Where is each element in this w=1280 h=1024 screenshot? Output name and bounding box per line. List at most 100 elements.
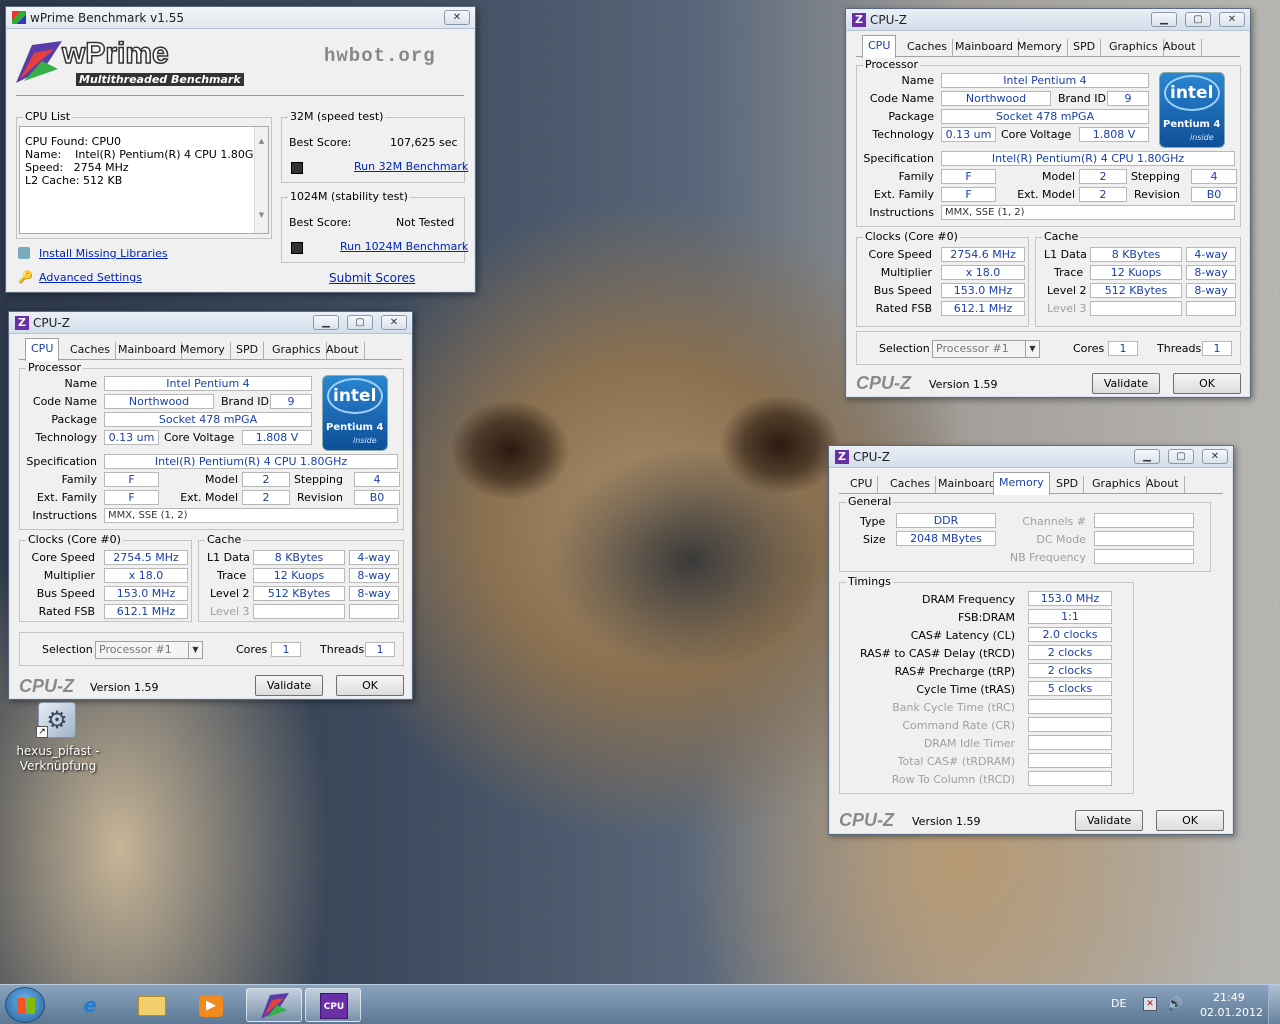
run-32m-link[interactable]: Run 32M Benchmark: [354, 160, 468, 173]
desktop-shortcut-hexus-pifast[interactable]: ⚙ ↗ hexus_pifast - Verknüpfung: [16, 700, 100, 780]
intel-pentium4-logo: intel Pentium 4 inside: [1159, 72, 1225, 148]
save-icon[interactable]: [291, 242, 303, 254]
l1-data-value: 8 KBytes: [1090, 247, 1182, 262]
ok-button[interactable]: OK: [336, 675, 404, 696]
tab-cpu[interactable]: CPU: [25, 338, 60, 361]
minimize-button[interactable]: ▁: [1134, 449, 1160, 464]
validate-button[interactable]: Validate: [1075, 810, 1143, 831]
key-icon: 🔑: [18, 270, 33, 284]
level2-value: 512 KBytes: [253, 586, 345, 601]
ext-model-value: 2: [242, 490, 290, 505]
tab-spd[interactable]: SPD: [1068, 39, 1102, 57]
save-icon[interactable]: [291, 162, 303, 174]
tab-memory[interactable]: Memory: [175, 342, 231, 360]
nb-frequency-value: [1094, 549, 1194, 564]
cpuz-brand-logo: CPU-Z: [856, 373, 911, 393]
clock-date[interactable]: 02.01.2012: [1200, 1006, 1263, 1019]
selection-group: Selection Processor #1 ▼ Cores 1 Threads …: [856, 331, 1241, 365]
cas-latency-value: 2.0 clocks: [1028, 627, 1112, 642]
processor-group: Processor Name Intel Pentium 4 Code Name…: [19, 361, 404, 530]
best-score-label: Best Score:: [289, 216, 352, 229]
taskbar-media-player[interactable]: ▶: [182, 988, 238, 1022]
specification-label: Specification: [863, 152, 934, 165]
tab-mainboard[interactable]: Mainboard: [933, 476, 1003, 494]
tab-spd[interactable]: SPD: [1051, 476, 1085, 494]
run-1024m-link[interactable]: Run 1024M Benchmark: [340, 240, 468, 253]
tab-caches[interactable]: Caches: [902, 39, 953, 57]
language-indicator[interactable]: DE: [1111, 997, 1126, 1010]
l1-data-value: 8 KBytes: [253, 550, 345, 565]
tab-about[interactable]: About: [1141, 476, 1185, 494]
validate-button[interactable]: Validate: [255, 675, 323, 696]
tab-memory[interactable]: Memory: [993, 472, 1050, 495]
tab-graphics[interactable]: Graphics: [1087, 476, 1147, 494]
cpuz-titlebar[interactable]: Z CPU-Z ▁ ▢ ✕: [846, 9, 1250, 31]
hwbot-logo[interactable]: hwbot.org: [324, 45, 436, 67]
tab-memory[interactable]: Memory: [1012, 39, 1068, 57]
maximize-button[interactable]: ▢: [347, 315, 373, 330]
dc-mode-label: DC Mode: [1036, 533, 1086, 546]
technology-label: Technology: [872, 128, 934, 141]
cpuz-titlebar[interactable]: Z CPU-Z ▁ ▢ ✕: [829, 446, 1233, 468]
tab-cpu[interactable]: CPU: [845, 476, 879, 494]
minimize-button[interactable]: ▁: [1151, 12, 1177, 27]
tab-caches[interactable]: Caches: [885, 476, 936, 494]
tab-about[interactable]: About: [321, 342, 365, 360]
tab-caches[interactable]: Caches: [65, 342, 116, 360]
close-button[interactable]: ✕: [444, 10, 470, 25]
tab-bar: CPU Caches Mainboard Memory SPD Graphics…: [839, 472, 1223, 495]
code-name-value: Northwood: [941, 91, 1051, 106]
taskbar-wprime[interactable]: [246, 988, 302, 1022]
scrollbar[interactable]: ▲ ▼: [254, 127, 268, 233]
timings-label: Timings: [846, 575, 893, 588]
cpu-found-line: CPU Found: CPU0: [25, 135, 122, 148]
test32-group: 32M (speed test) Best Score: 107,625 sec…: [281, 110, 468, 183]
maximize-button[interactable]: ▢: [1185, 12, 1211, 27]
submit-scores-link[interactable]: Submit Scores: [329, 271, 415, 285]
ext-family-label: Ext. Family: [36, 491, 97, 504]
cpu-list-box[interactable]: CPU Found: CPU0 Name: Intel(R) Pentium(R…: [19, 126, 269, 234]
close-button[interactable]: ✕: [381, 315, 407, 330]
test32-label: 32M (speed test): [288, 110, 386, 123]
advanced-settings-link[interactable]: Advanced Settings: [39, 271, 142, 284]
cpu-list-label: CPU List: [23, 110, 73, 123]
cpuz-titlebar[interactable]: Z CPU-Z ▁ ▢ ✕: [9, 312, 412, 334]
tab-bar: CPU Caches Mainboard Memory SPD Graphics…: [856, 35, 1240, 58]
clock-time[interactable]: 21:49: [1213, 991, 1245, 1004]
close-button[interactable]: ✕: [1219, 12, 1245, 27]
taskbar-explorer[interactable]: [122, 988, 178, 1022]
processor-select[interactable]: Processor #1 ▼: [932, 340, 1040, 358]
ok-button[interactable]: OK: [1173, 373, 1241, 394]
tab-graphics[interactable]: Graphics: [1104, 39, 1164, 57]
minimize-button[interactable]: ▁: [313, 315, 339, 330]
ras-cas-delay-label: RAS# to CAS# Delay (tRCD): [859, 647, 1015, 660]
processor-label: Processor: [863, 58, 920, 71]
family-value: F: [104, 472, 159, 487]
instructions-value: MMX, SSE (1, 2): [104, 508, 398, 523]
tab-spd[interactable]: SPD: [231, 342, 265, 360]
validate-button[interactable]: Validate: [1092, 373, 1160, 394]
tab-graphics[interactable]: Graphics: [267, 342, 327, 360]
tab-about[interactable]: About: [1158, 39, 1202, 57]
tab-cpu[interactable]: CPU: [862, 35, 897, 58]
network-icon[interactable]: ✕: [1143, 997, 1157, 1011]
ok-button[interactable]: OK: [1156, 810, 1224, 831]
type-label: Type: [860, 515, 886, 528]
rated-fsb-label: Rated FSB: [875, 302, 932, 315]
show-desktop-button[interactable]: [1268, 985, 1280, 1024]
cpu-cache-line: L2 Cache: 512 KB: [25, 174, 123, 187]
wprime-titlebar[interactable]: wPrime Benchmark v1.55 ✕: [6, 7, 475, 29]
volume-icon[interactable]: 🔊: [1167, 997, 1183, 1012]
start-button[interactable]: [5, 987, 45, 1023]
close-button[interactable]: ✕: [1202, 449, 1228, 464]
tab-mainboard[interactable]: Mainboard: [950, 39, 1020, 57]
maximize-button[interactable]: ▢: [1168, 449, 1194, 464]
family-label: Family: [61, 473, 97, 486]
tab-mainboard[interactable]: Mainboard: [113, 342, 183, 360]
install-libraries-link[interactable]: Install Missing Libraries: [39, 247, 168, 260]
processor-select[interactable]: Processor #1 ▼: [95, 641, 203, 659]
taskbar-cpuz[interactable]: CPU: [305, 988, 361, 1022]
taskbar-internet-explorer[interactable]: e: [62, 988, 118, 1022]
dram-idle-timer-value: [1028, 735, 1112, 750]
model-value: 2: [242, 472, 290, 487]
